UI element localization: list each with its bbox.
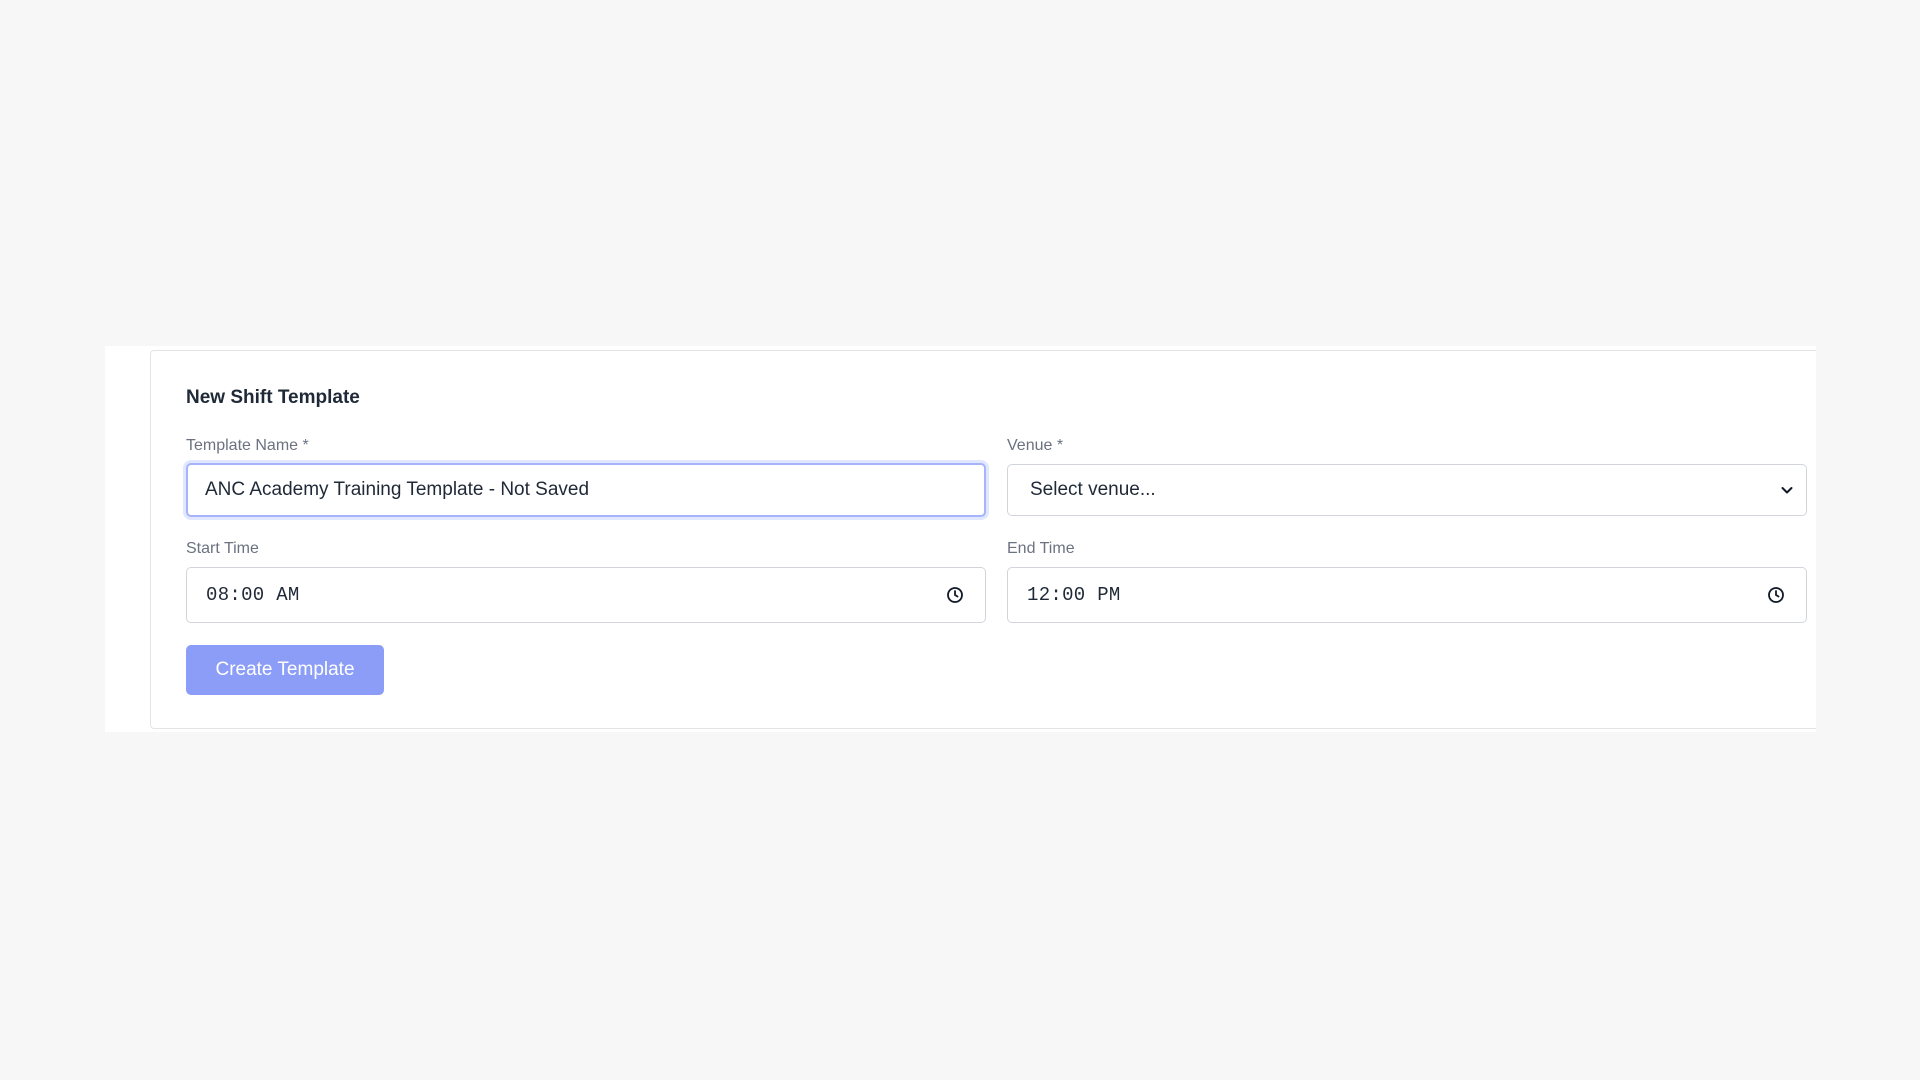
end-time-input[interactable]: 12:00 PM bbox=[1007, 567, 1807, 623]
template-name-input[interactable] bbox=[186, 463, 986, 517]
venue-select[interactable]: Select venue... bbox=[1007, 464, 1807, 516]
create-template-button[interactable]: Create Template bbox=[186, 645, 384, 695]
template-name-label: Template Name * bbox=[186, 437, 309, 454]
start-time-value: 08:00 AM bbox=[206, 584, 300, 606]
chevron-down-icon bbox=[1779, 482, 1795, 498]
start-time-input[interactable]: 08:00 AM bbox=[186, 567, 986, 623]
end-time-value: 12:00 PM bbox=[1027, 584, 1121, 606]
shift-template-card: New Shift Template Template Name * Venue… bbox=[150, 350, 1816, 729]
clock-icon[interactable] bbox=[946, 586, 964, 604]
venue-select-value: Select venue... bbox=[1030, 479, 1156, 500]
start-time-label: Start Time bbox=[186, 540, 259, 557]
card-title: New Shift Template bbox=[186, 387, 360, 408]
venue-label: Venue * bbox=[1007, 437, 1064, 454]
clock-icon[interactable] bbox=[1767, 586, 1785, 604]
end-time-label: End Time bbox=[1007, 540, 1075, 557]
